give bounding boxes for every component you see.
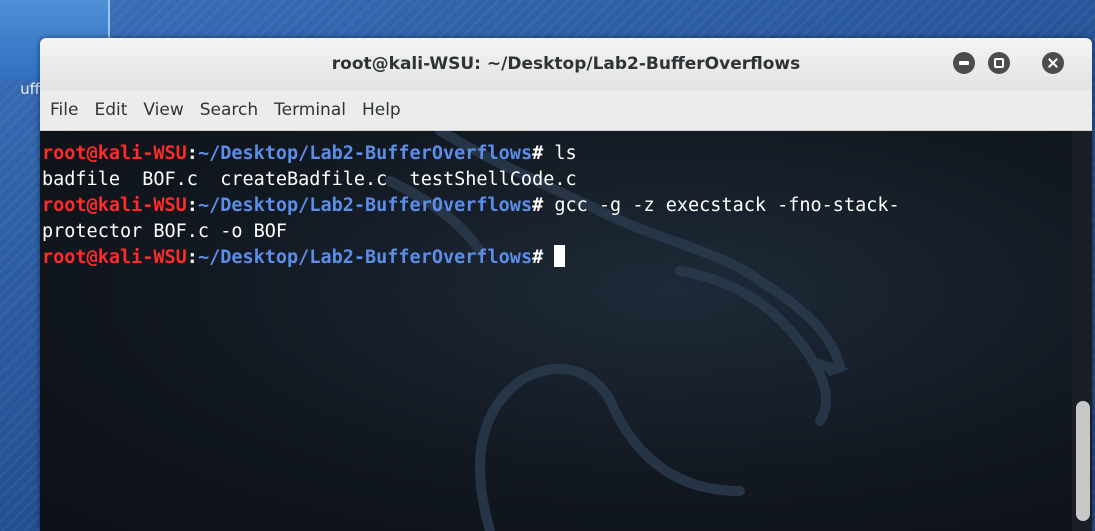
minimize-icon[interactable] — [953, 52, 975, 74]
terminal-window[interactable]: root@kali-WSU: ~/Desktop/Lab2-BufferOver… — [40, 38, 1092, 531]
menu-help[interactable]: Help — [354, 100, 409, 120]
menu-view[interactable]: View — [135, 100, 191, 120]
prompt-separator: : — [186, 143, 198, 164]
menu-bar: File Edit View Search Terminal Help — [40, 90, 1092, 131]
window-title: root@kali-WSU: ~/Desktop/Lab2-BufferOver… — [331, 54, 801, 74]
menu-search[interactable]: Search — [192, 100, 266, 120]
prompt-hash: # — [532, 195, 544, 216]
desktop-icon-label: uff — [20, 80, 40, 98]
prompt-hash: # — [532, 247, 544, 268]
terminal-area[interactable]: root@kali-WSU:~/Desktop/Lab2-BufferOverf… — [40, 131, 1092, 531]
terminal-line: badfile BOF.c createBadfile.c testShellC… — [42, 169, 577, 190]
prompt-path: ~/Desktop/Lab2-BufferOverflows — [197, 143, 533, 164]
prompt-user: root@kali-WSU — [42, 195, 187, 216]
text-cursor — [554, 245, 566, 267]
close-icon[interactable] — [1042, 52, 1064, 74]
maximize-icon[interactable] — [988, 52, 1010, 74]
desktop-background: uff root@kali-WSU: ~/Desktop/Lab2-Buffer… — [0, 0, 1095, 531]
command-text: gcc -g -z execstack -fno-stack- — [543, 195, 900, 216]
command-text: ls — [543, 143, 577, 164]
prompt-separator: : — [186, 247, 198, 268]
menu-file[interactable]: File — [42, 100, 86, 120]
prompt-separator: : — [186, 195, 198, 216]
prompt-user: root@kali-WSU — [42, 247, 187, 268]
terminal-line: root@kali-WSU:~/Desktop/Lab2-BufferOverf… — [42, 193, 1068, 219]
terminal-line: root@kali-WSU:~/Desktop/Lab2-BufferOverf… — [42, 141, 1068, 167]
menu-terminal[interactable]: Terminal — [266, 100, 354, 120]
prompt-hash: # — [532, 143, 544, 164]
prompt-user: root@kali-WSU — [42, 143, 187, 164]
terminal-line: protector BOF.c -o BOF — [42, 221, 288, 242]
prompt-path: ~/Desktop/Lab2-BufferOverflows — [197, 247, 533, 268]
prompt-path: ~/Desktop/Lab2-BufferOverflows — [197, 195, 533, 216]
terminal-output: root@kali-WSU:~/Desktop/Lab2-BufferOverf… — [42, 141, 1068, 271]
title-bar[interactable]: root@kali-WSU: ~/Desktop/Lab2-BufferOver… — [40, 38, 1092, 91]
terminal-line: root@kali-WSU:~/Desktop/Lab2-BufferOverf… — [42, 245, 1068, 271]
command-text — [543, 247, 554, 268]
scrollbar[interactable] — [1072, 131, 1092, 531]
menu-edit[interactable]: Edit — [86, 100, 135, 120]
scrollbar-thumb[interactable] — [1076, 401, 1090, 521]
